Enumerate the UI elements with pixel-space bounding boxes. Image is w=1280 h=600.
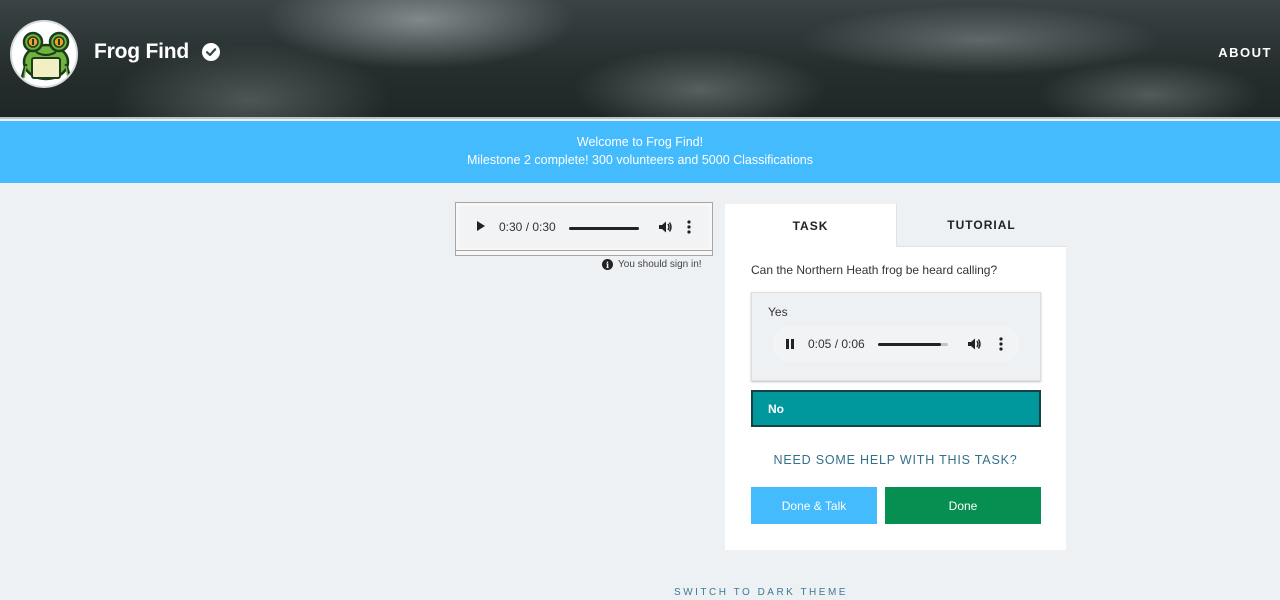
project-avatar[interactable]: [10, 20, 78, 88]
tab-task[interactable]: TASK: [725, 204, 896, 247]
more-vertical-icon: [999, 337, 1003, 351]
play-icon: [477, 221, 485, 231]
project-header: [0, 0, 1280, 119]
info-icon: i: [602, 259, 613, 270]
answer-audio-player[interactable]: 0:05 / 0:06: [772, 326, 1020, 362]
answer-no[interactable]: No: [751, 390, 1041, 427]
task-question: Can the Northern Heath frog be heard cal…: [751, 263, 998, 277]
done-and-talk-button[interactable]: Done & Talk: [751, 487, 877, 524]
volume-button[interactable]: [657, 219, 673, 235]
tab-tutorial[interactable]: TUTORIAL: [896, 204, 1066, 247]
play-button[interactable]: [475, 219, 487, 233]
answer-yes-label: Yes: [768, 305, 788, 319]
audio-time: 0:30 / 0:30: [499, 220, 556, 234]
check-badge-icon: [202, 43, 220, 61]
pause-button[interactable]: [784, 337, 796, 351]
answer-no-label: No: [768, 402, 784, 416]
announcement-banner: Welcome to Frog Find! Milestone 2 comple…: [0, 121, 1280, 183]
about-link[interactable]: ABOUT: [1218, 45, 1272, 60]
signin-notice: i You should sign in!: [602, 259, 702, 270]
answer-audio-time: 0:05 / 0:06: [808, 337, 865, 351]
more-vertical-icon: [687, 220, 691, 234]
announcement-line-1: Welcome to Frog Find!: [576, 135, 704, 149]
answer-volume-button[interactable]: [966, 336, 982, 352]
volume-icon: [968, 338, 981, 350]
header-divider: [0, 117, 1280, 119]
subject-audio-player[interactable]: 0:30 / 0:30: [459, 206, 709, 248]
volume-icon: [659, 221, 672, 233]
task-help-link[interactable]: NEED SOME HELP WITH THIS TASK?: [725, 453, 1066, 467]
dark-theme-toggle[interactable]: SWITCH TO DARK THEME: [0, 587, 1280, 598]
answer-audio-more-button[interactable]: [999, 336, 1003, 352]
pause-icon: [786, 339, 794, 349]
answer-yes[interactable]: Yes 0:05 / 0:06: [751, 292, 1041, 381]
subject-viewer: 0:30 / 0:30: [455, 202, 713, 256]
done-button[interactable]: Done: [885, 487, 1041, 524]
subject-divider: [456, 250, 712, 251]
task-panel: TASK TUTORIAL Can the Northern Heath fro…: [725, 204, 1066, 550]
signin-text: You should sign in!: [618, 259, 702, 270]
audio-more-button[interactable]: [687, 219, 691, 235]
audio-seek-bar[interactable]: [569, 227, 639, 230]
project-title[interactable]: Frog Find: [94, 40, 189, 64]
announcement-line-2: Milestone 2 complete! 300 volunteers and…: [466, 153, 814, 167]
answer-audio-seek-bar[interactable]: [878, 343, 948, 346]
